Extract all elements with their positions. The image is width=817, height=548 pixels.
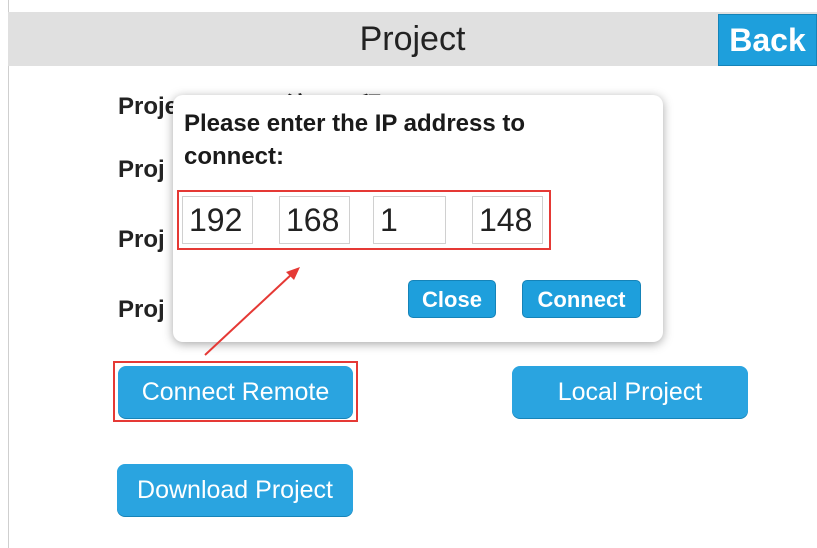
annotation-arrow	[204, 267, 300, 356]
arrow-line	[204, 272, 294, 356]
